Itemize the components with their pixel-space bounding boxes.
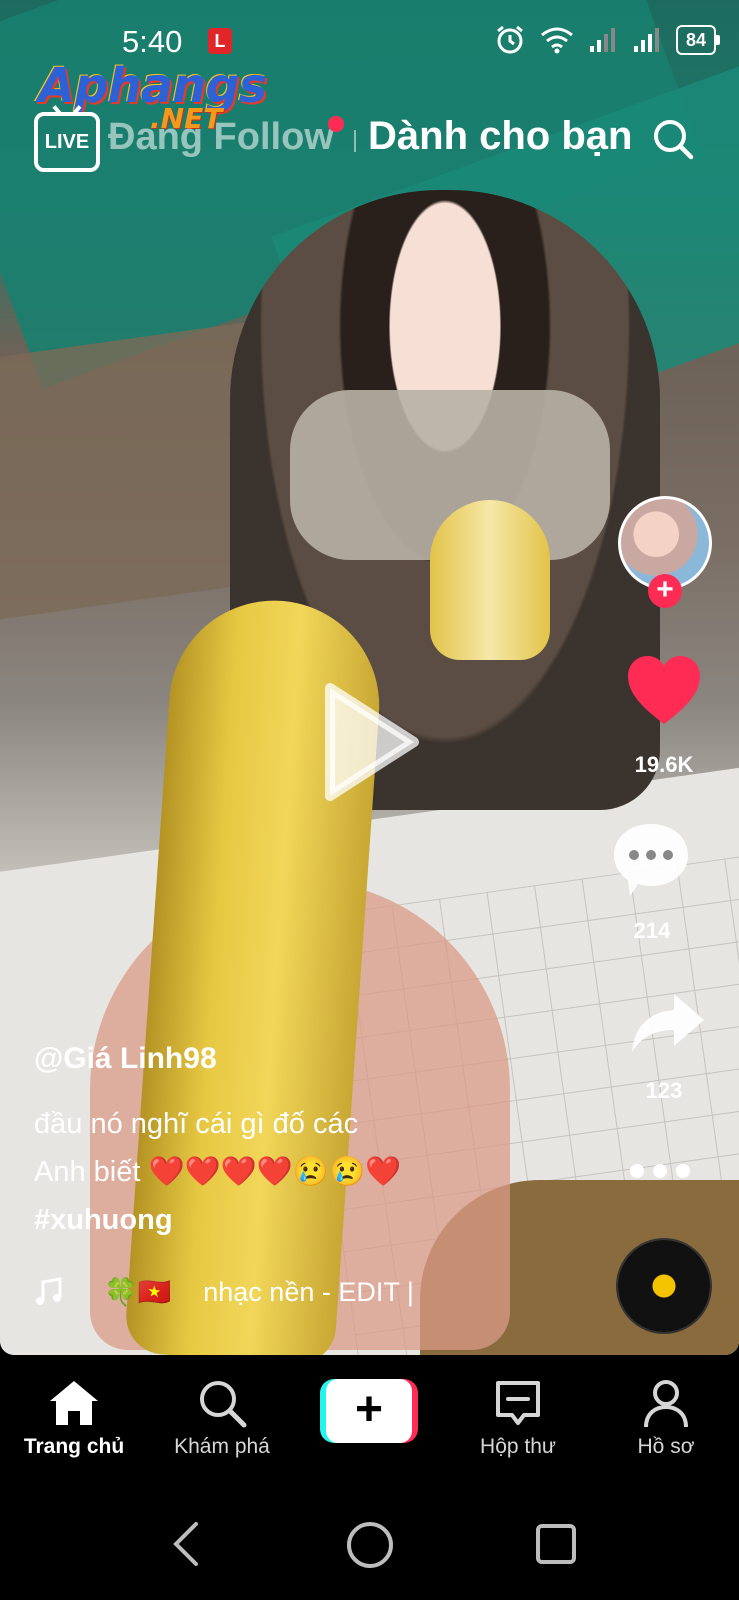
back-icon[interactable]: [168, 1518, 204, 1570]
tab-following[interactable]: Đang Follow: [108, 116, 334, 159]
follow-plus-icon[interactable]: +: [648, 574, 682, 608]
nav-home-label: Trang chủ: [23, 1435, 125, 1458]
play-icon[interactable]: [322, 682, 422, 802]
nav-inbox-label: Hộp thư: [480, 1435, 556, 1458]
nav-inbox[interactable]: Hộp thư: [448, 1377, 588, 1459]
system-nav-bar: [0, 1490, 739, 1600]
wifi-icon: [541, 27, 573, 54]
plus-icon: +: [326, 1379, 412, 1443]
status-icons: 84: [494, 24, 720, 56]
tab-for-you[interactable]: Dành cho bạn: [368, 114, 632, 159]
inbox-icon: [496, 1381, 540, 1425]
battery-indicator: 84: [676, 25, 720, 55]
more-dot: [630, 1164, 644, 1178]
music-title: nhạc nền - EDIT |: [203, 1276, 414, 1307]
nav-profile-label: Hồ sơ: [637, 1435, 695, 1458]
profile-icon: [644, 1380, 688, 1428]
alarm-icon: [497, 25, 523, 54]
signal-icon: [634, 28, 659, 52]
tab-divider: [354, 130, 356, 152]
like-count: 19.6K: [634, 752, 694, 777]
home-icon: [50, 1381, 98, 1425]
music-disc-icon[interactable]: [618, 1240, 710, 1332]
more-dot: [676, 1164, 690, 1178]
explore-icon: [200, 1381, 247, 1428]
description-line: đầu nó nghĩ cái gì đố các: [34, 1108, 359, 1140]
signal-icon: [590, 28, 615, 52]
carrier-badge: L: [208, 28, 232, 54]
create-button[interactable]: +: [320, 1379, 418, 1443]
comment-count: 214: [633, 918, 671, 943]
nav-home[interactable]: Trang chủ: [4, 1377, 144, 1459]
home-circle-icon[interactable]: [347, 1522, 393, 1568]
music-info[interactable]: 🍀🇻🇳 nhạc nền - EDIT |: [34, 1276, 414, 1308]
live-icon[interactable]: LIVE: [34, 112, 100, 172]
clock: 5:40: [122, 24, 183, 59]
heart-icon[interactable]: [626, 654, 702, 726]
creator-username[interactable]: @Giá Linh98: [34, 1042, 217, 1076]
video-description: đầu nó nghĩ cái gì đố các Anh biết ❤️❤️❤…: [34, 1100, 594, 1244]
nav-explore[interactable]: Khám phá: [152, 1377, 292, 1459]
more-icon[interactable]: [630, 1164, 690, 1178]
share-icon[interactable]: [630, 992, 706, 1054]
share-count: 123: [645, 1078, 683, 1103]
description-line: Anh biết ❤️❤️❤️❤️😢😢❤️: [34, 1156, 402, 1188]
nav-profile[interactable]: Hồ sơ: [596, 1377, 736, 1459]
recent-apps-icon[interactable]: [536, 1524, 576, 1564]
notification-dot: [328, 116, 344, 132]
hashtag[interactable]: #xuhuong: [34, 1196, 594, 1244]
banana-small: [430, 500, 550, 660]
music-emojis: 🍀🇻🇳: [104, 1277, 172, 1307]
comment-icon[interactable]: [610, 820, 692, 900]
nav-explore-label: Khám phá: [174, 1435, 270, 1458]
search-icon[interactable]: [652, 118, 694, 160]
more-dot: [653, 1164, 667, 1178]
tiktok-screen: 5:40 L 84 Aphangs .NET LIVE Đang Follow …: [0, 0, 739, 1600]
bottom-nav: Trang chủ Khám phá + Hộp thư Hồ sơ: [0, 1355, 739, 1490]
music-note-icon: [36, 1277, 62, 1305]
